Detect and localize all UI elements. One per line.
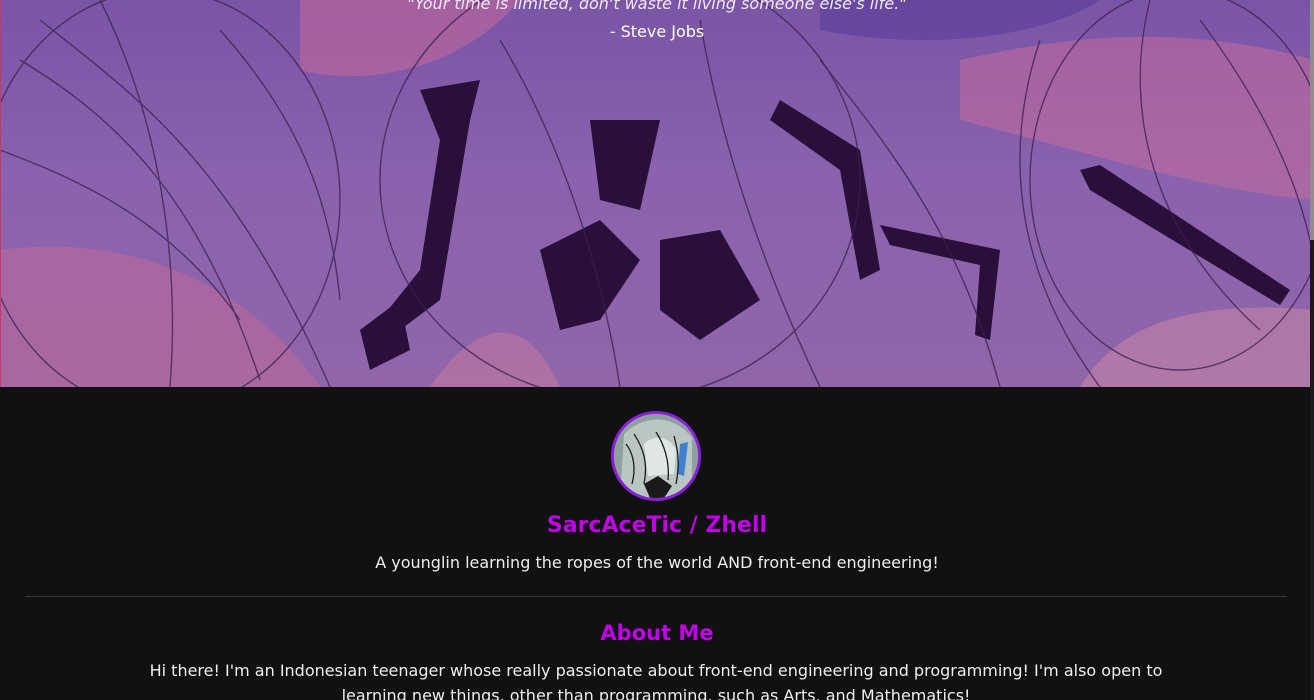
about-text: Hi there! I'm an Indonesian teenager who… [149,661,1163,700]
about-heading: About Me [600,621,714,645]
hero-artwork [0,0,1314,387]
hero-quote-author: - Steve Jobs [609,22,705,41]
page: "Your time is limited, don't waste it li… [0,0,1314,700]
scrollbar-thumb[interactable] [1310,0,1314,240]
hero-banner: "Your time is limited, don't waste it li… [0,0,1314,387]
avatar [611,411,701,501]
avatar-image [614,414,698,498]
page-edge [0,0,1,387]
scrollbar-track[interactable] [1310,0,1314,700]
hero-quote: "Your time is limited, don't waste it li… [407,0,907,13]
profile-name: SarcAceTic / Zhell [546,513,768,538]
profile-tagline: A younglin learning the ropes of the wor… [375,553,939,572]
divider [25,596,1287,597]
